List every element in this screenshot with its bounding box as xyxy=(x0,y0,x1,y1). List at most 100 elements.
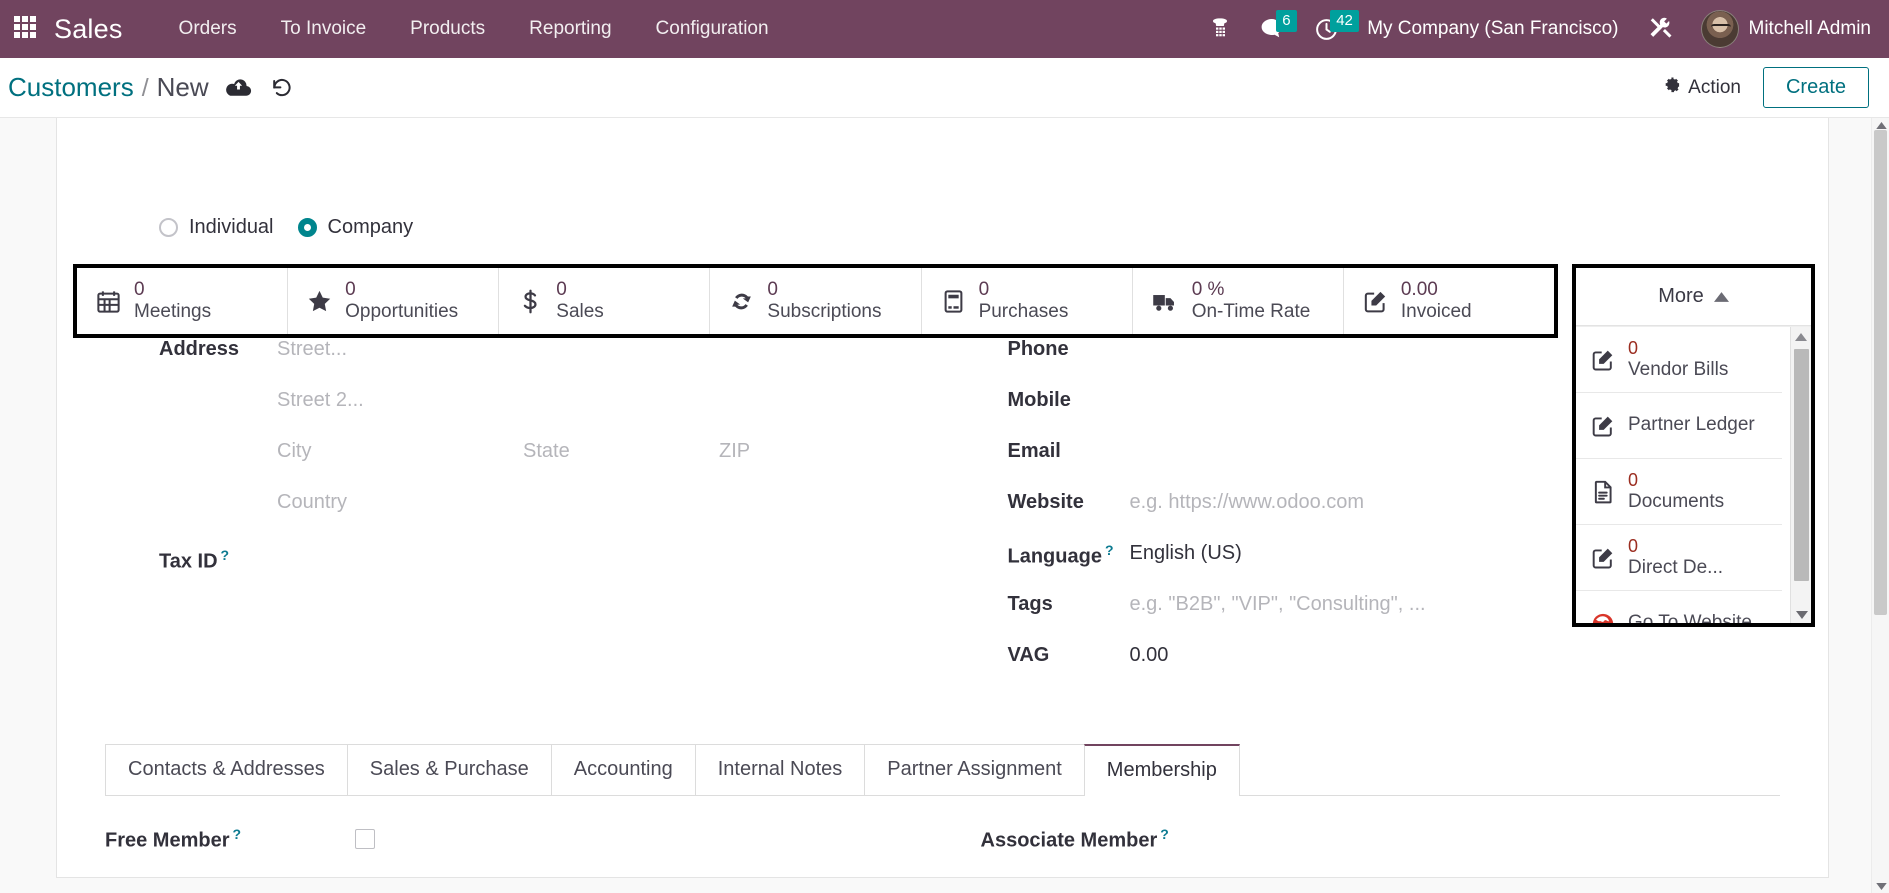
create-button[interactable]: Create xyxy=(1762,67,1869,108)
form-body: Individual Company Address Street... Str… xyxy=(57,118,1828,692)
company-switcher[interactable]: My Company (San Francisco) xyxy=(1353,18,1632,40)
tab-accounting[interactable]: Accounting xyxy=(550,744,696,795)
more-dropdown-toggle[interactable]: More xyxy=(1576,268,1811,326)
stat-button-purchases[interactable]: 0 Purchases xyxy=(921,268,1133,334)
activities-clock-icon[interactable]: 42 xyxy=(1300,0,1359,58)
free-member-checkbox[interactable] xyxy=(355,829,375,850)
tax-id-help-icon[interactable]: ? xyxy=(221,547,230,563)
truck-icon xyxy=(1151,288,1180,315)
free-member-label: Free Member? xyxy=(105,826,242,852)
scrollbar-thumb[interactable] xyxy=(1794,349,1809,581)
more-item-partner-ledger[interactable]: Partner Ledger xyxy=(1576,393,1782,459)
more-item-label: Go To Website xyxy=(1628,612,1752,623)
stat-button-opportunities[interactable]: 0 Opportunities xyxy=(288,268,500,334)
tab-sales-purchase[interactable]: Sales & Purchase xyxy=(346,744,552,795)
radio-company-dot xyxy=(297,218,317,237)
tags-input[interactable]: e.g. "B2B", "VIP", "Consulting", ... xyxy=(1130,590,1426,616)
street-input[interactable]: Street... xyxy=(277,335,347,361)
top-navbar: Sales Orders To Invoice Products Reporti… xyxy=(0,0,1889,58)
more-item-value: 0 xyxy=(1628,470,1639,491)
street2-input[interactable]: Street 2... xyxy=(277,386,364,412)
nav-item-to-invoice[interactable]: To Invoice xyxy=(259,10,389,48)
messages-badge: 6 xyxy=(1276,10,1297,32)
gear-icon xyxy=(1662,75,1681,100)
nav-item-products[interactable]: Products xyxy=(388,10,507,48)
more-item-value: 0 xyxy=(1628,338,1639,359)
breadcrumb-customers[interactable]: Customers xyxy=(8,72,134,103)
voip-phone-icon[interactable] xyxy=(1194,0,1246,58)
tab-contacts-addresses[interactable]: Contacts & Addresses xyxy=(105,744,348,795)
website-label: Website xyxy=(1007,491,1084,513)
vag-input[interactable]: 0.00 xyxy=(1130,641,1169,667)
stat-button-subscriptions[interactable]: 0 Subscriptions xyxy=(710,268,922,334)
undo-discard-icon[interactable] xyxy=(270,77,294,99)
radio-company[interactable]: Company xyxy=(297,216,414,239)
free-member-help-icon[interactable]: ? xyxy=(233,826,242,842)
stat-button-on-time-rate[interactable]: 0 % On-Time Rate xyxy=(1132,268,1344,334)
more-item-go-to-website[interactable]: Go To Website xyxy=(1576,591,1782,623)
tools-wrench-icon[interactable] xyxy=(1633,0,1689,58)
language-help-icon[interactable]: ? xyxy=(1105,542,1114,558)
record-sheet: Individual Company Address Street... Str… xyxy=(56,118,1829,878)
radio-individual[interactable]: Individual xyxy=(159,216,274,239)
stat-label: Sales xyxy=(556,301,604,322)
app-brand-sales[interactable]: Sales xyxy=(54,14,123,45)
avatar xyxy=(1700,10,1739,48)
breadcrumb: Customers / New xyxy=(8,72,209,103)
page-scrollbar[interactable] xyxy=(1871,118,1889,893)
email-label: Email xyxy=(1007,440,1061,462)
page-scrollbar-thumb[interactable] xyxy=(1874,130,1887,615)
messages-icon[interactable]: 6 xyxy=(1246,0,1300,58)
more-item-vendor-bills[interactable]: 0 Vendor Bills xyxy=(1576,327,1782,393)
user-menu[interactable]: Mitchell Admin xyxy=(1689,10,1880,48)
street2-spacer xyxy=(159,386,277,389)
zip-input[interactable]: ZIP xyxy=(719,437,750,463)
chevron-up-icon xyxy=(1713,285,1729,308)
apps-grid-icon[interactable] xyxy=(14,16,40,42)
more-item-documents[interactable]: 0 Documents xyxy=(1576,459,1782,525)
more-dropdown-list: 0 Vendor Bills Partner Ledger 0 Document… xyxy=(1576,326,1811,623)
stat-value: 0 xyxy=(767,278,778,300)
language-select[interactable]: English (US) xyxy=(1130,539,1242,565)
more-item-label: Vendor Bills xyxy=(1628,358,1729,380)
company-type-radio-group: Individual Company xyxy=(159,216,1780,239)
stat-value: 0 % xyxy=(1191,278,1225,300)
state-input[interactable]: State xyxy=(523,437,719,463)
pencil-square-icon xyxy=(1362,288,1389,315)
more-dropdown-scrollbar[interactable] xyxy=(1790,327,1811,623)
stat-button-invoiced[interactable]: 0.00 Invoiced xyxy=(1343,268,1554,334)
stat-label: Purchases xyxy=(978,301,1069,322)
associate-member-row: Associate Member? xyxy=(943,826,1781,853)
tags-label: Tags xyxy=(1007,593,1053,615)
associate-member-help-icon[interactable]: ? xyxy=(1160,826,1169,842)
nav-item-orders[interactable]: Orders xyxy=(157,10,259,48)
website-input[interactable]: e.g. https://www.odoo.com xyxy=(1130,488,1365,514)
tab-partner-assignment[interactable]: Partner Assignment xyxy=(864,744,1085,795)
control-panel-right: Action Create xyxy=(1662,67,1869,108)
field-address: Address Street... xyxy=(159,335,970,369)
stat-label: On-Time Rate xyxy=(1191,301,1311,322)
stat-button-sales[interactable]: 0 Sales xyxy=(499,268,711,334)
scroll-down-arrow-icon[interactable] xyxy=(1791,605,1811,623)
stat-value: 0 xyxy=(134,278,145,300)
nav-item-reporting[interactable]: Reporting xyxy=(507,10,633,48)
action-menu-button[interactable]: Action xyxy=(1662,75,1741,100)
city-input[interactable]: City xyxy=(277,437,523,463)
activities-badge: 42 xyxy=(1330,10,1359,32)
more-item-direct-debit[interactable]: 0 Direct De... xyxy=(1576,525,1782,591)
field-country: Country xyxy=(159,488,970,522)
tab-internal-notes[interactable]: Internal Notes xyxy=(694,744,866,795)
cloud-upload-save-icon[interactable] xyxy=(225,77,252,99)
page-scroll-down-icon[interactable] xyxy=(1872,879,1889,893)
action-label: Action xyxy=(1688,76,1741,98)
stat-value: 0.00 xyxy=(1400,278,1438,300)
country-input[interactable]: Country xyxy=(277,488,347,514)
scroll-up-arrow-icon[interactable] xyxy=(1791,327,1811,346)
radio-company-label: Company xyxy=(327,216,414,238)
nav-item-configuration[interactable]: Configuration xyxy=(634,10,791,48)
more-label: More xyxy=(1658,285,1704,307)
tab-membership[interactable]: Membership xyxy=(1083,744,1240,796)
star-icon xyxy=(306,288,333,315)
stat-button-meetings[interactable]: 0 Meetings xyxy=(77,268,289,334)
associate-member-label: Associate Member? xyxy=(980,826,1169,852)
